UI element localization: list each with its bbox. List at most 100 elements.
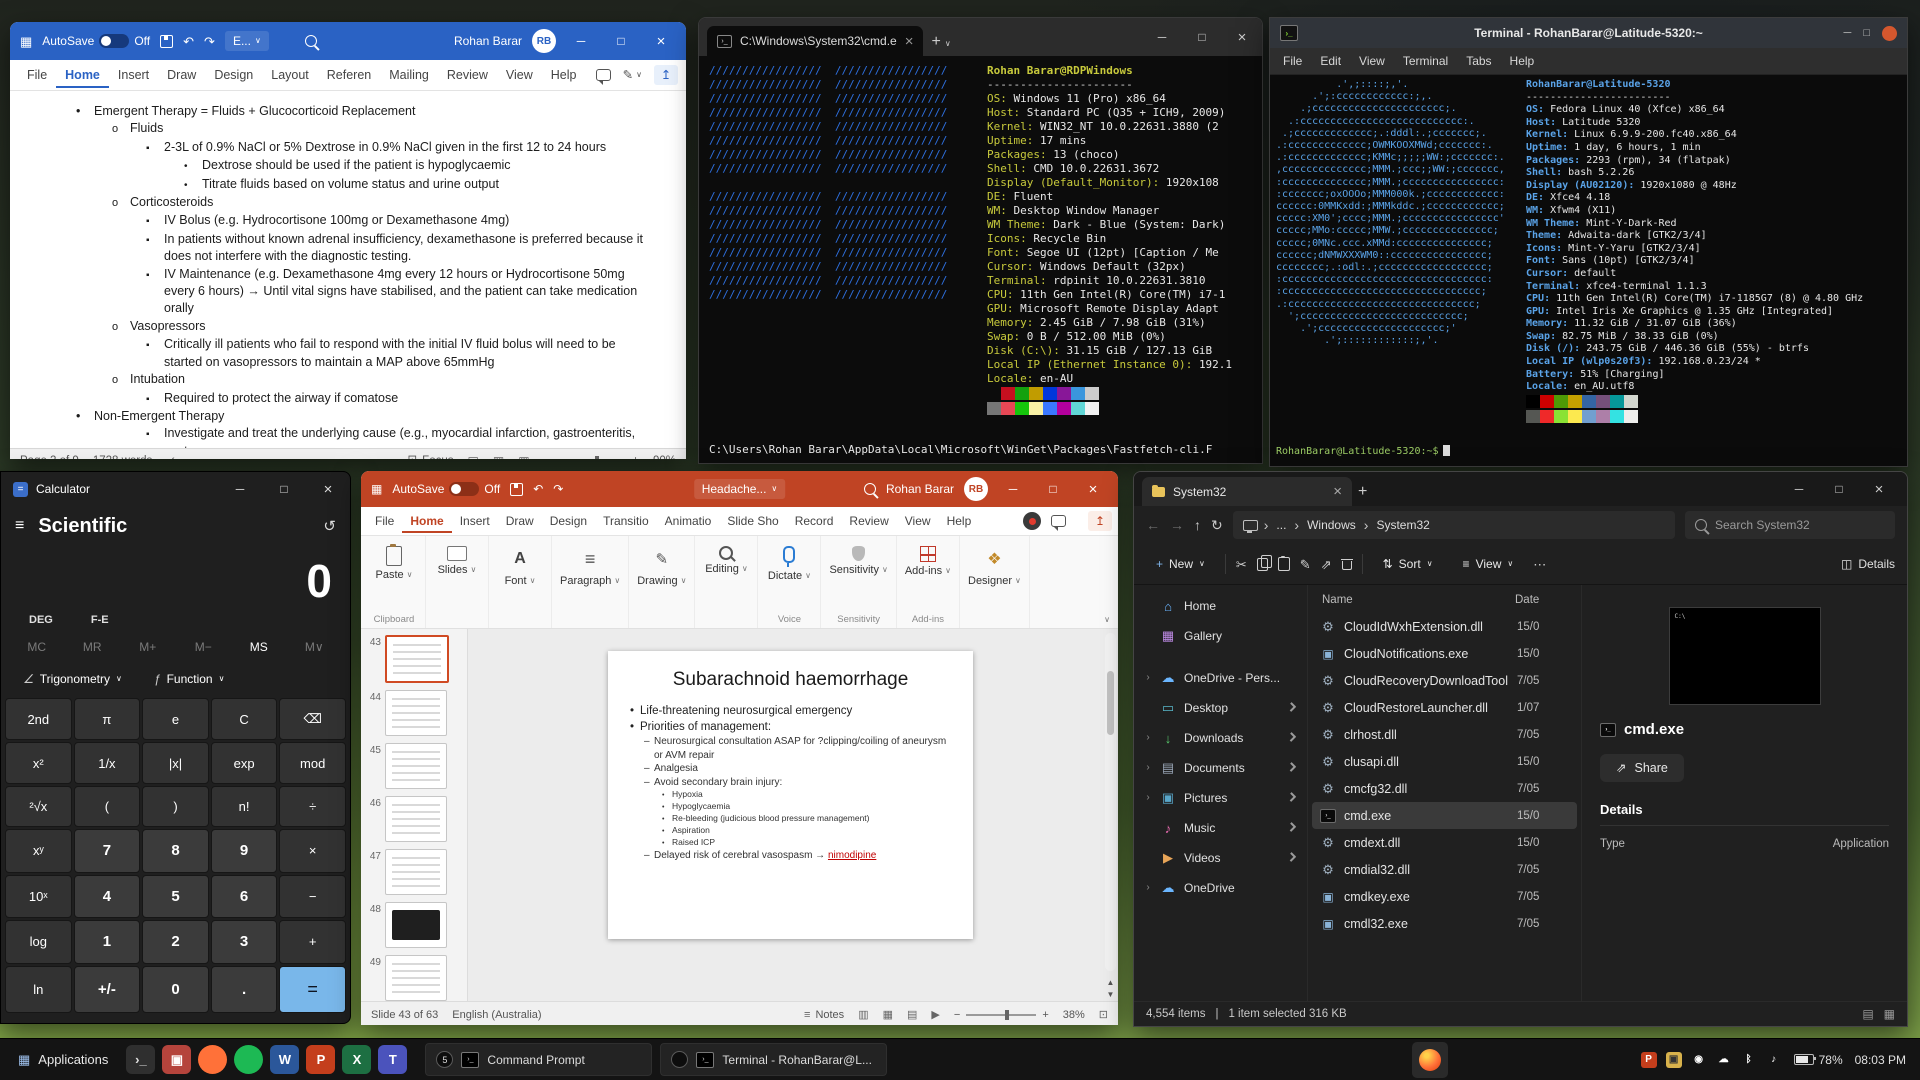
- undo-icon[interactable]: [183, 35, 194, 48]
- trigonometry-dropdown[interactable]: ∠ Trigonometry: [13, 667, 132, 691]
- file-row[interactable]: cmdkey.exe 7/05: [1312, 883, 1577, 910]
- ribbon-tab[interactable]: Animatio: [657, 509, 720, 533]
- maximize-button[interactable]: [1819, 483, 1859, 495]
- ribbon-collapse-icon[interactable]: [1104, 616, 1110, 624]
- ribbon-group[interactable]: Paragraph: [552, 536, 630, 628]
- file-row[interactable]: CloudNotifications.exe 15/0: [1312, 640, 1577, 667]
- search-icon[interactable]: [863, 483, 876, 495]
- tab-close-icon[interactable]: [905, 34, 914, 49]
- backspace-button[interactable]: ⌫: [279, 698, 346, 741]
- ribbon-tab[interactable]: Design: [205, 62, 262, 88]
- new-tab-button[interactable]: [931, 34, 940, 50]
- sidebar-item[interactable]: ♪ Music: [1138, 813, 1303, 843]
- expander-icon[interactable]: [1144, 673, 1152, 683]
- ribbon-group[interactable]: Slides: [426, 536, 489, 628]
- ribbon-tab[interactable]: Slide Sho: [719, 509, 786, 533]
- forward-button[interactable]: [1170, 518, 1184, 532]
- tab-dropdown-icon[interactable]: [945, 40, 951, 48]
- file-row[interactable]: cmd.exe 15/0: [1312, 802, 1577, 829]
- breadcrumb-item[interactable]: ...: [1270, 516, 1292, 534]
- digit-6-button[interactable]: 6: [210, 874, 278, 919]
- bluetooth-tray-icon[interactable]: ᛒ: [1741, 1052, 1757, 1068]
- clock[interactable]: 08:03 PM: [1855, 1053, 1906, 1067]
- search-box[interactable]: Search System32: [1685, 511, 1895, 539]
- slide-thumbnail[interactable]: 48: [367, 902, 465, 948]
- factorial-button[interactable]: n!: [210, 785, 278, 828]
- ribbon-tab[interactable]: View: [897, 509, 939, 533]
- date-column-header[interactable]: Date: [1515, 594, 1567, 606]
- terminal-tab[interactable]: C:\Windows\System32\cmd.e: [707, 26, 924, 56]
- undo-icon[interactable]: [533, 483, 543, 495]
- proofing-icon[interactable]: [166, 455, 176, 459]
- ribbon-group[interactable]: Add-ins Add-ins: [897, 536, 960, 628]
- ribbon-tab[interactable]: Record: [787, 509, 842, 533]
- terminal-screen[interactable]: .',;::::;,'. .';:cccccccccccc:;,. .;cccc…: [1270, 75, 1907, 465]
- natural-log-button[interactable]: ln: [5, 965, 72, 1013]
- avatar[interactable]: RB: [964, 477, 988, 501]
- ten-power-button[interactable]: 10ˣ: [5, 874, 72, 919]
- ribbon-tab[interactable]: Mailing: [380, 62, 438, 88]
- tab-close-icon[interactable]: [1333, 484, 1342, 499]
- expander-icon[interactable]: [1144, 733, 1152, 743]
- sidebar-item[interactable]: ▶ Videos: [1138, 843, 1303, 873]
- absolute-value-button[interactable]: |x|: [142, 742, 209, 784]
- memory-store-button[interactable]: MS: [231, 640, 287, 654]
- close-button[interactable]: [306, 472, 350, 506]
- ribbon-tab[interactable]: Design: [542, 509, 595, 533]
- read-mode-icon[interactable]: [468, 455, 479, 459]
- word-count[interactable]: 1728 words: [93, 455, 152, 459]
- expander-icon[interactable]: [1144, 883, 1152, 893]
- volume-tray-icon[interactable]: ♪: [1766, 1052, 1782, 1068]
- previous-slide-button[interactable]: ▲: [1107, 978, 1115, 987]
- ribbon-tab[interactable]: Home: [56, 62, 109, 88]
- ribbon-tab[interactable]: File: [18, 62, 56, 88]
- memory-recall-button[interactable]: MR: [65, 640, 121, 654]
- terminal-screen[interactable]: ///////////////// ///////////////// ////…: [699, 56, 1262, 462]
- app-grid-icon[interactable]: [371, 483, 382, 495]
- close-button[interactable]: [1078, 482, 1108, 497]
- document-title[interactable]: E...: [224, 31, 269, 51]
- ribbon-tab[interactable]: Draw: [158, 62, 205, 88]
- memory-add-button[interactable]: M+: [120, 640, 176, 654]
- digit-7-button[interactable]: 7: [73, 829, 141, 873]
- search-icon[interactable]: [304, 35, 317, 47]
- notes-button[interactable]: Notes: [804, 1009, 844, 1021]
- language-indicator[interactable]: English (Australia): [452, 1009, 541, 1021]
- taskbar-window-button[interactable]: 5 Command Prompt: [425, 1043, 653, 1076]
- digit-3-button[interactable]: 3: [210, 920, 278, 964]
- history-icon[interactable]: [323, 519, 336, 534]
- sidebar-item[interactable]: ▦ Gallery: [1138, 621, 1303, 651]
- second-function-button[interactable]: 2nd: [5, 698, 72, 741]
- equals-button[interactable]: =: [279, 965, 346, 1013]
- share-button[interactable]: [1088, 511, 1112, 531]
- paste-icon[interactable]: [1277, 556, 1290, 571]
- teams-launcher-icon[interactable]: T: [378, 1045, 408, 1074]
- log-button[interactable]: log: [5, 920, 72, 964]
- sidebar-item[interactable]: ⌂ Home: [1138, 591, 1303, 621]
- files-launcher-icon[interactable]: ▣: [162, 1045, 192, 1074]
- ribbon-tab[interactable]: View: [497, 62, 542, 88]
- more-options-icon[interactable]: [1533, 558, 1546, 571]
- copy-icon[interactable]: [1256, 554, 1272, 571]
- minimize-button[interactable]: [1142, 31, 1182, 43]
- slide-thumbnail[interactable]: 43: [367, 635, 465, 683]
- multiply-button[interactable]: ×: [279, 829, 346, 873]
- menu-item[interactable]: Terminal: [1394, 54, 1457, 68]
- slide-thumbnail[interactable]: 46: [367, 796, 465, 842]
- ribbon-tab[interactable]: Review: [841, 509, 896, 533]
- autosave-switch[interactable]: [99, 34, 130, 48]
- scrollbar-thumb[interactable]: [1107, 671, 1114, 735]
- next-slide-button[interactable]: ▼: [1107, 990, 1115, 999]
- close-button[interactable]: [1882, 25, 1897, 41]
- sidebar-item[interactable]: ☁ OneDrive: [1138, 873, 1303, 903]
- digit-1-button[interactable]: 1: [73, 920, 141, 964]
- ribbon-tab[interactable]: Transitio: [595, 509, 657, 533]
- maximize-button[interactable]: [606, 35, 636, 47]
- refresh-button[interactable]: [1211, 518, 1223, 532]
- clear-button[interactable]: C: [210, 698, 278, 741]
- ribbon-tab[interactable]: Review: [438, 62, 497, 88]
- memory-clear-button[interactable]: MC: [9, 640, 65, 654]
- reciprocal-button[interactable]: 1/x: [73, 742, 141, 784]
- sidebar-item[interactable]: ▤ Documents: [1138, 753, 1303, 783]
- minimize-button[interactable]: [566, 35, 596, 47]
